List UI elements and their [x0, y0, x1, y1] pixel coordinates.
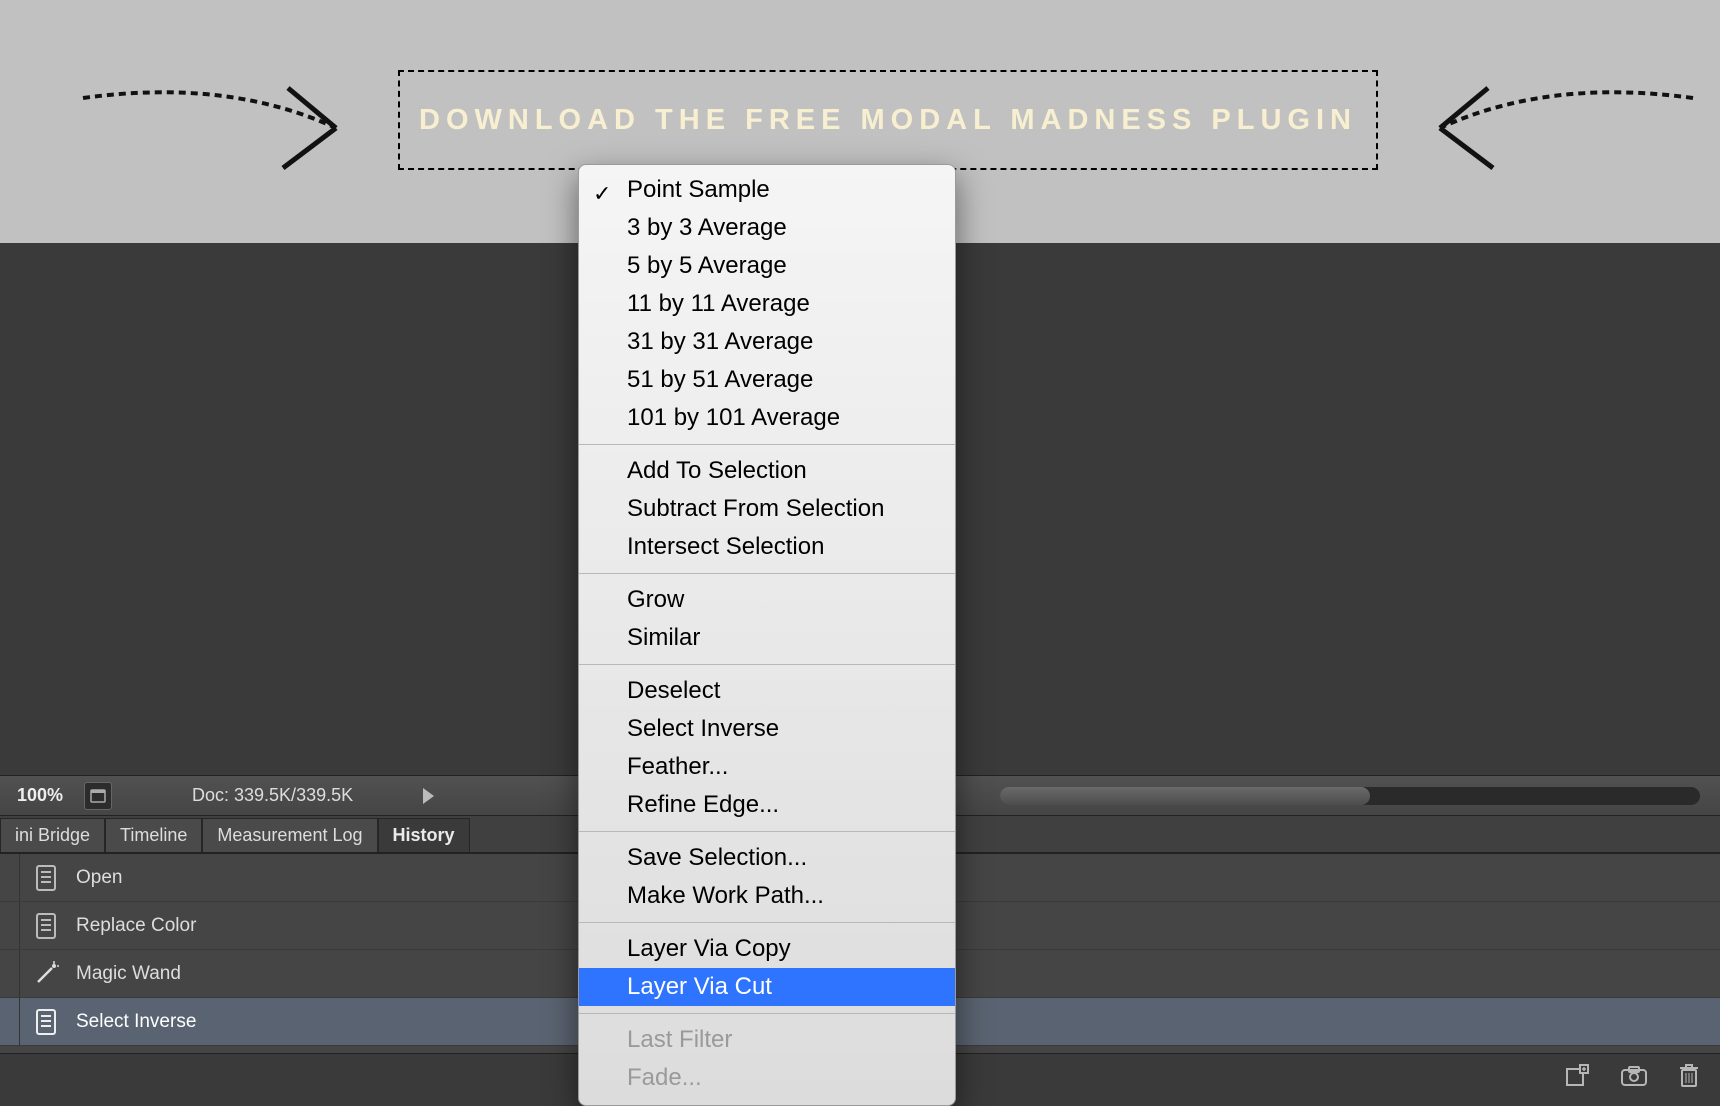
menu-item-label: Last Filter: [627, 1026, 732, 1053]
tab-label: History: [393, 825, 455, 845]
document-icon: [28, 908, 64, 944]
wand-icon: [28, 956, 64, 992]
menu-item-point-sample[interactable]: ✓ Point Sample: [579, 171, 955, 209]
new-document-from-state-icon[interactable]: [1564, 1064, 1590, 1093]
menu-item-label: Layer Via Copy: [627, 935, 791, 962]
menu-item-label: Intersect Selection: [627, 533, 824, 560]
menu-item-label: Feather...: [627, 753, 728, 780]
history-row-gutter: [0, 998, 20, 1045]
tab-timeline[interactable]: Timeline: [105, 818, 202, 852]
menu-item-add-to-selection[interactable]: Add To Selection: [579, 452, 955, 490]
menu-item-intersect-selection[interactable]: Intersect Selection: [579, 528, 955, 566]
menu-item-label: Refine Edge...: [627, 791, 779, 818]
history-state-label: Select Inverse: [76, 1011, 196, 1033]
snapshot-icon[interactable]: [1620, 1065, 1648, 1092]
menu-item-11x11-average[interactable]: 11 by 11 Average: [579, 285, 955, 323]
history-state-label: Replace Color: [76, 915, 196, 937]
tab-history[interactable]: History: [378, 818, 470, 852]
menu-item-label: 31 by 31 Average: [627, 328, 813, 355]
menu-item-layer-via-copy[interactable]: Layer Via Copy: [579, 930, 955, 968]
menu-separator: [579, 1013, 955, 1014]
menu-item-label: Layer Via Cut: [627, 973, 772, 1000]
menu-item-31x31-average[interactable]: 31 by 31 Average: [579, 323, 955, 361]
doc-info-menu-icon[interactable]: [84, 782, 112, 810]
menu-item-label: 101 by 101 Average: [627, 404, 840, 431]
doc-size-readout: Doc: 339.5K/339.5K: [192, 785, 353, 806]
menu-separator: [579, 444, 955, 445]
menu-item-3x3-average[interactable]: 3 by 3 Average: [579, 209, 955, 247]
history-row-gutter: [0, 854, 20, 901]
menu-item-label: Select Inverse: [627, 715, 779, 742]
history-state-label: Open: [76, 867, 122, 889]
menu-item-feather[interactable]: Feather...: [579, 748, 955, 786]
document-icon: [28, 1004, 64, 1040]
tab-label: Measurement Log: [217, 825, 362, 845]
menu-item-51x51-average[interactable]: 51 by 51 Average: [579, 361, 955, 399]
menu-item-label: 3 by 3 Average: [627, 214, 787, 241]
menu-separator: [579, 922, 955, 923]
tab-label: ini Bridge: [15, 825, 90, 845]
arrow-right-icon: [1398, 68, 1698, 178]
menu-item-label: Fade...: [627, 1064, 702, 1091]
tab-label: Timeline: [120, 825, 187, 845]
menu-item-label: 51 by 51 Average: [627, 366, 813, 393]
menu-item-refine-edge[interactable]: Refine Edge...: [579, 786, 955, 824]
menu-item-make-work-path[interactable]: Make Work Path...: [579, 877, 955, 915]
menu-separator: [579, 573, 955, 574]
document-icon: [28, 860, 64, 896]
menu-item-label: Save Selection...: [627, 844, 807, 871]
tab-measurement-log[interactable]: Measurement Log: [202, 818, 377, 852]
menu-item-last-filter: Last Filter: [579, 1021, 955, 1059]
menu-item-label: Add To Selection: [627, 457, 807, 484]
banner-text: DOWNLOAD THE FREE MODAL MADNESS PLUGIN: [419, 104, 1357, 137]
menu-item-label: Grow: [627, 586, 684, 613]
history-row-gutter: [0, 950, 20, 997]
menu-item-save-selection[interactable]: Save Selection...: [579, 839, 955, 877]
menu-item-101x101-average[interactable]: 101 by 101 Average: [579, 399, 955, 437]
menu-item-label: Subtract From Selection: [627, 495, 884, 522]
menu-item-label: Point Sample: [627, 176, 770, 203]
menu-item-deselect[interactable]: Deselect: [579, 672, 955, 710]
check-icon: ✓: [593, 177, 611, 211]
history-row-gutter: [0, 902, 20, 949]
menu-item-5x5-average[interactable]: 5 by 5 Average: [579, 247, 955, 285]
menu-item-label: Make Work Path...: [627, 882, 824, 909]
menu-item-layer-via-cut[interactable]: Layer Via Cut: [579, 968, 955, 1006]
tab-mini-bridge[interactable]: ini Bridge: [0, 818, 105, 852]
history-state-label: Magic Wand: [76, 963, 181, 985]
selection-marquee[interactable]: DOWNLOAD THE FREE MODAL MADNESS PLUGIN: [398, 70, 1378, 170]
menu-item-label: 11 by 11 Average: [627, 290, 810, 317]
menu-item-label: 5 by 5 Average: [627, 252, 787, 279]
doc-info-flyout-icon[interactable]: [423, 788, 434, 804]
trash-icon[interactable]: [1678, 1063, 1700, 1094]
menu-item-label: Deselect: [627, 677, 720, 704]
menu-item-fade: Fade...: [579, 1059, 955, 1097]
menu-item-subtract-from-selection[interactable]: Subtract From Selection: [579, 490, 955, 528]
horizontal-scrollbar[interactable]: [1000, 787, 1700, 805]
context-menu: ✓ Point Sample 3 by 3 Average 5 by 5 Ave…: [578, 164, 956, 1106]
menu-item-grow[interactable]: Grow: [579, 581, 955, 619]
menu-separator: [579, 664, 955, 665]
arrow-left-icon: [78, 68, 378, 178]
menu-item-label: Similar: [627, 624, 700, 651]
menu-item-similar[interactable]: Similar: [579, 619, 955, 657]
menu-separator: [579, 831, 955, 832]
zoom-level-field[interactable]: 100%: [0, 785, 80, 806]
menu-item-select-inverse[interactable]: Select Inverse: [579, 710, 955, 748]
